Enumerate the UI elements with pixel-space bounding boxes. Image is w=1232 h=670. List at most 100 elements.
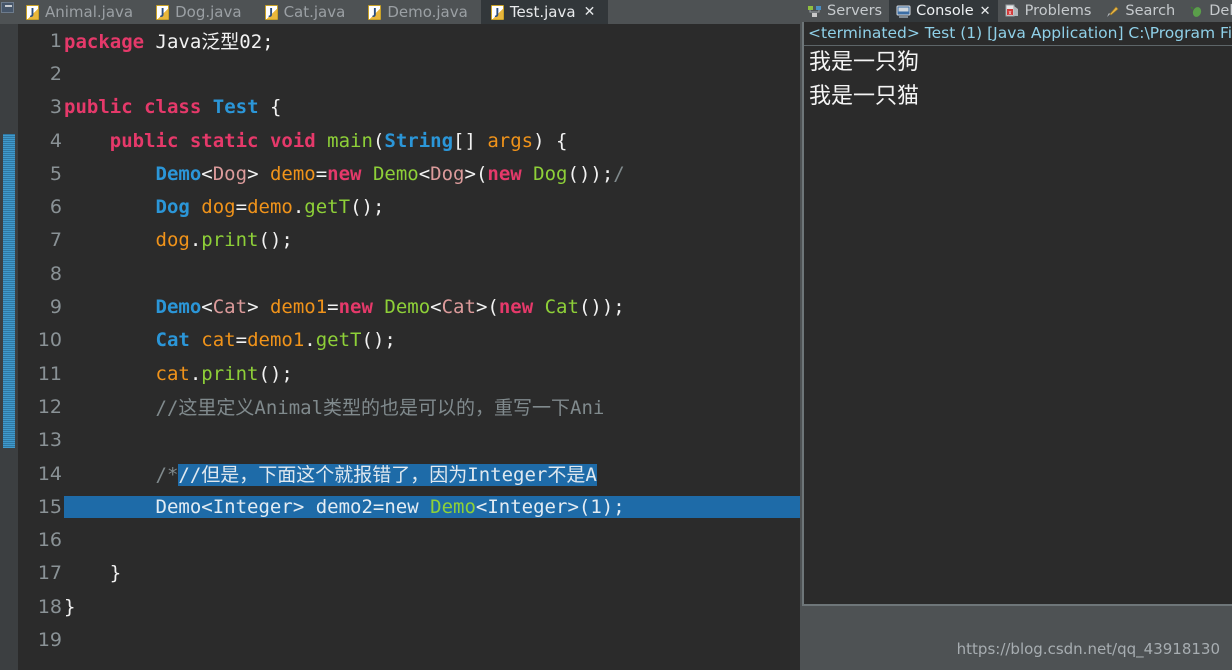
code-token: } [64, 562, 122, 585]
code-token: package [64, 31, 145, 54]
line-number: 10 [37, 329, 62, 352]
code-token: Test [212, 96, 259, 119]
code-token: >( [567, 495, 591, 518]
code-line[interactable]: 8 [18, 257, 800, 290]
code-token: (); [361, 329, 396, 352]
editor-tab-dog-java[interactable]: Dog.java [146, 0, 255, 24]
code-line[interactable]: 14 /*//但是，下面这个就报错了，因为Integer不是A [18, 457, 800, 490]
code-token: = [235, 329, 248, 352]
code-line[interactable]: 16 [18, 523, 800, 556]
code-line[interactable]: 5 Demo<Dog> demo=new Demo<Dog>(new Dog()… [18, 157, 800, 190]
editor-menu-icon[interactable] [0, 0, 16, 24]
code-token: ()); [578, 296, 625, 319]
line-number: 3 [49, 96, 62, 119]
code-line[interactable]: 17 } [18, 557, 800, 590]
code-token: class [144, 96, 202, 119]
code-line-text: public class Test { [64, 96, 800, 118]
java-file-icon [264, 4, 278, 20]
panel-tab-search[interactable]: Search [1098, 0, 1183, 22]
code-token: = [315, 162, 328, 185]
code-token: String [384, 129, 454, 152]
code-token: 1 [590, 495, 602, 518]
panel-tab-label: Problems [1024, 3, 1092, 19]
editor-tab-cat-java[interactable]: Cat.java [254, 0, 359, 24]
code-line[interactable]: 6 Dog dog=demo.getT(); [18, 190, 800, 223]
line-number: 9 [49, 296, 62, 319]
panel-tab-console[interactable]: Console ✕ [889, 0, 998, 22]
code-line[interactable]: 11 cat.print(); [18, 357, 800, 390]
panel-tab-problems[interactable]: x Problems [997, 0, 1099, 22]
close-icon[interactable]: ✕ [584, 5, 596, 19]
java-file-icon [26, 4, 39, 20]
code-token: dog [155, 229, 190, 252]
eclipse-ide-window: Animal.java Dog.java Cat.java Demo.java Test… [0, 0, 1232, 670]
code-line[interactable]: 12 //这里定义Animal类型的也是可以的，重写一下Ani [18, 390, 800, 423]
code-line-text: cat.print(); [64, 363, 800, 385]
code-token: cat [201, 329, 236, 352]
code-token: demo1 [269, 296, 328, 319]
code-line-text: Demo<Dog> demo=new Demo<Dog>(new Dog());… [64, 163, 800, 185]
code-token: / [613, 162, 625, 185]
panel-tab-label: Servers [827, 3, 883, 19]
code-line-text: //这里定义Animal类型的也是可以的，重写一下Ani [64, 393, 800, 420]
code-line-text: Dog dog=demo.getT(); [64, 196, 800, 218]
console-terminated-header: <terminated> Test (1) [Java Application]… [804, 22, 1232, 46]
code-token: Dog [155, 196, 190, 219]
close-icon[interactable]: ✕ [980, 4, 991, 19]
editor-tab-test-java[interactable]: Test.java ✕ [480, 0, 609, 24]
code-token: Demo [430, 495, 476, 518]
editor-left-rail[interactable] [0, 24, 18, 670]
code-line[interactable]: 7 dog.print(); [18, 224, 800, 257]
code-token: Demo [155, 495, 202, 518]
console-output: 我是一只狗 我是一只猫 [804, 46, 1232, 114]
console-view[interactable]: <terminated> Test (1) [Java Application]… [802, 22, 1232, 606]
code-token: Dog [212, 162, 248, 185]
code-line[interactable]: 10 Cat cat=demo1.getT(); [18, 324, 800, 357]
line-number: 16 [37, 529, 62, 552]
code-token: > [247, 296, 270, 319]
code-line-text: package Java泛型02; [64, 27, 800, 54]
editor-region: Animal.java Dog.java Cat.java Demo.java Test… [0, 0, 800, 670]
code-line[interactable]: 4 public static void main(String[] args)… [18, 124, 800, 157]
code-line[interactable]: 2 [18, 57, 800, 90]
code-token: new [498, 296, 534, 319]
code-token: ); [601, 495, 625, 518]
editor-tab-label: Dog.java [175, 3, 242, 21]
code-token: . [189, 229, 202, 252]
editor-tab-demo-java[interactable]: Demo.java [358, 0, 481, 24]
code-token: demo2 [315, 495, 373, 518]
code-token: getT [315, 329, 362, 352]
code-line[interactable]: 13 [18, 424, 800, 457]
code-line[interactable]: 19 [18, 623, 800, 656]
panel-tab-debug[interactable]: Debug [1182, 0, 1232, 22]
code-token: public [109, 129, 179, 152]
panel-tab-servers[interactable]: Servers [800, 0, 890, 22]
code-token: = [372, 495, 385, 518]
code-token: new [487, 162, 522, 185]
java-file-icon [368, 4, 382, 20]
code-token: Integer [212, 495, 293, 518]
line-number: 12 [37, 395, 62, 418]
code-token: >( [475, 296, 499, 319]
code-line-text: Demo<Integer> demo2=new Demo<Integer>(1)… [64, 495, 800, 518]
code-line[interactable]: 15 Demo<Integer> demo2=new Demo<Integer>… [18, 490, 800, 523]
line-number: 2 [49, 62, 62, 85]
problems-icon: x [1005, 4, 1020, 19]
editor-tab-animal-java[interactable]: Animal.java [16, 0, 147, 24]
code-line[interactable]: 9 Demo<Cat> demo1=new Demo<Cat>(new Cat(… [18, 290, 800, 323]
code-line[interactable]: 18} [18, 590, 800, 623]
console-icon [896, 4, 911, 19]
code-line[interactable]: 1 package Java泛型02; [18, 24, 800, 57]
code-line[interactable]: 3 public class Test { [18, 91, 800, 124]
svg-text:x: x [1008, 10, 1011, 16]
code-area[interactable]: 1 package Java泛型02; 2 3 public class Test {4… [18, 24, 800, 670]
